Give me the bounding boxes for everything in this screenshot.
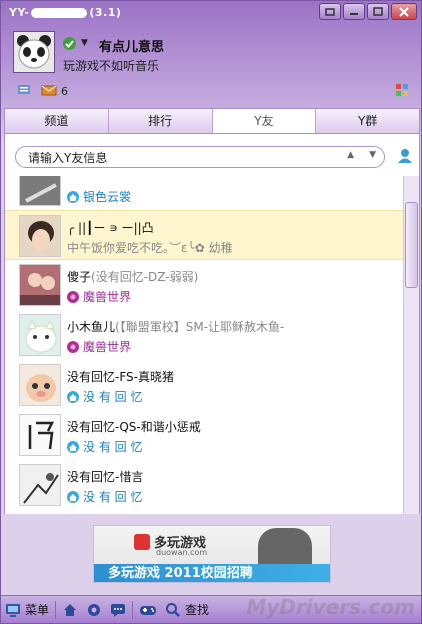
profile-panel: ▼ 有点儿意思 玩游戏不如听音乐 6: [1, 23, 421, 107]
friends-panel: ▲ ▼ 银色云裳 ╭ ||┃ー: [4, 134, 420, 514]
wow-icon: [67, 290, 79, 303]
friend-avatar: [19, 364, 61, 406]
redacted-id: [31, 8, 88, 18]
panda-avatar-icon: [14, 32, 54, 72]
friend-name: 没有回忆-惜言: [67, 470, 144, 484]
close-icon: [399, 6, 409, 17]
main-tabs: 频道 排行 Y友 Y群: [4, 108, 420, 134]
gamepad-icon: [140, 605, 157, 615]
home-icon: [67, 490, 79, 503]
wow-icon: [67, 340, 79, 353]
chat-list-icon: [18, 85, 30, 94]
list-item[interactable]: 小木鱼儿(【聯盟軍校】SM-让耶稣赦木鱼- 魔兽世界: [5, 310, 403, 360]
mailbox-icon: [41, 85, 57, 96]
toolbar-divider: [132, 600, 134, 619]
friend-search-box[interactable]: ▲ ▼: [15, 146, 385, 168]
toolbar-divider: [55, 600, 57, 619]
close-button[interactable]: [391, 3, 417, 20]
find-button[interactable]: 查找: [161, 598, 213, 622]
friend-name: ╭ ||┃ー ∍ ー||凸: [67, 221, 154, 235]
friend-avatar: [19, 314, 61, 356]
list-scrollbar[interactable]: [403, 176, 419, 514]
online-status-icon[interactable]: [63, 37, 76, 50]
main-window: YY- (3.1) ▼ 有点儿意思 玩游戏不如听音乐 6 频道 排行 Y友 Y群…: [0, 0, 422, 624]
game-button[interactable]: [135, 598, 161, 622]
home-icon: [67, 190, 79, 203]
friend-avatar: [19, 176, 61, 206]
add-friend-icon: [398, 149, 412, 163]
friend-avatar: [19, 464, 61, 506]
friend-status: 没 有 回 忆: [67, 388, 142, 405]
gear-icon: [88, 603, 101, 616]
home-button[interactable]: [58, 598, 82, 622]
app-box-button[interactable]: [395, 83, 409, 100]
nickname[interactable]: 有点儿意思: [99, 36, 164, 55]
status-dropdown-icon[interactable]: ▼: [81, 38, 88, 48]
ad-banner[interactable]: 多玩游戏 duowan.com 多玩游戏 2011校园招聘: [93, 525, 331, 583]
list-item-selected[interactable]: ╭ ||┃ー ∍ ー||凸 中午饭你爱吃不吃。︶ε╰✿ 幼稚: [5, 210, 403, 260]
ad-site: duowan.com: [156, 548, 208, 557]
friend-status: 没 有 回 忆: [67, 438, 142, 455]
ad-banner-text: 多玩游戏 2011校园招聘: [94, 564, 330, 582]
tab-channel[interactable]: 频道: [5, 109, 109, 133]
title-bar[interactable]: YY- (3.1): [1, 1, 421, 23]
app-grid-icon: [396, 84, 408, 96]
friend-status: 魔兽世界: [67, 288, 131, 305]
duowan-logo-icon: [134, 533, 150, 550]
chat-bubble-icon: [111, 603, 126, 617]
friend-list: 银色云裳 ╭ ||┃ー ∍ ー||凸 中午饭你爱吃不吃。︶ε╰✿ 幼稚 傻子(没…: [5, 176, 403, 514]
friend-status: 没 有 回 忆: [67, 488, 142, 505]
home-icon: [67, 390, 79, 403]
tab-ranking[interactable]: 排行: [109, 109, 213, 133]
list-item[interactable]: 没有回忆-QS-和谐小惩戒 没 有 回 忆: [5, 410, 403, 460]
friend-status: 银色云裳: [67, 188, 131, 205]
friend-status: 魔兽世界: [67, 338, 131, 355]
search-dropdown-icon[interactable]: ▼: [369, 150, 376, 160]
ad-person-image: [258, 528, 312, 564]
window-title: YY- (3.1): [9, 6, 122, 19]
search-input[interactable]: [28, 149, 328, 165]
search-icon: [166, 602, 180, 617]
list-item[interactable]: 傻子(没有回忆-DZ-弱弱) 魔兽世界: [5, 260, 403, 310]
tab-ygroups[interactable]: Y群: [316, 109, 419, 133]
friend-name: 傻子(没有回忆-DZ-弱弱): [67, 270, 199, 284]
message-button[interactable]: [106, 598, 130, 622]
mailbox-button[interactable]: [41, 83, 57, 100]
skin-icon: [325, 7, 335, 16]
add-friend-button[interactable]: [397, 148, 413, 167]
minimize-icon: [350, 12, 358, 15]
friend-avatar: [19, 215, 61, 257]
friend-status: 中午饭你爱吃不吃。︶ε╰✿ 幼稚: [67, 241, 233, 255]
friend-avatar: [19, 264, 61, 306]
mail-count: 6: [61, 85, 68, 98]
list-item[interactable]: 银色云裳: [5, 176, 403, 210]
friend-avatar: [19, 414, 61, 456]
monitor-icon: [6, 603, 20, 617]
tab-yfriends[interactable]: Y友: [212, 109, 317, 133]
maximize-icon: [373, 7, 383, 16]
friend-name: 没有回忆-QS-和谐小惩戒: [67, 420, 201, 434]
scrollbar-thumb[interactable]: [405, 202, 418, 288]
avatar[interactable]: [13, 31, 55, 73]
watermark: MyDrivers.com: [246, 595, 415, 619]
menu-button[interactable]: 菜单: [1, 598, 53, 622]
list-item[interactable]: 没有回忆-FS-真晓猪 没 有 回 忆: [5, 360, 403, 410]
house-icon: [64, 603, 77, 616]
friend-name: 小木鱼儿(【聯盟軍校】SM-让耶稣赦木鱼-: [67, 320, 285, 334]
message-box-button[interactable]: [17, 83, 33, 100]
maximize-button[interactable]: [367, 3, 389, 20]
search-up-icon[interactable]: ▲: [347, 150, 354, 160]
skin-button[interactable]: [319, 3, 341, 20]
friend-name: 没有回忆-FS-真晓猪: [67, 370, 174, 384]
home-icon: [67, 440, 79, 453]
signature[interactable]: 玩游戏不如听音乐: [63, 57, 159, 74]
list-item[interactable]: 没有回忆-惜言 没 有 回 忆: [5, 460, 403, 510]
minimize-button[interactable]: [343, 3, 365, 20]
settings-button[interactable]: [82, 598, 106, 622]
